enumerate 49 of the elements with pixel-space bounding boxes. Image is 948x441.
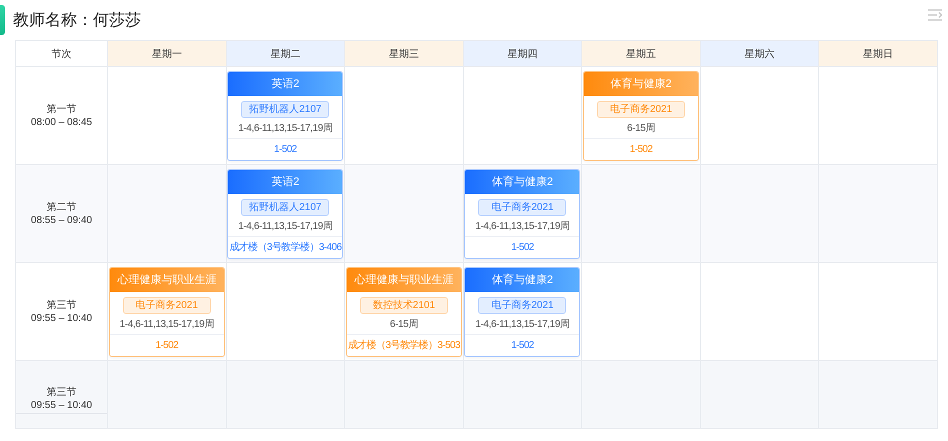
course-card[interactable]: 英语2 拓野机器人2107 1-4,6-11,13,15-17,19周 成才楼（3号教学楼）3-406 — [227, 168, 344, 258]
page-title: 教师名称：何莎莎 — [13, 10, 141, 30]
room-label: 1-502 — [228, 138, 342, 160]
room-label: 1-502 — [584, 138, 698, 160]
week-range: 6-15周 — [626, 122, 656, 134]
class-tag: 电子商务2021 — [478, 296, 566, 314]
accent-bar — [0, 5, 5, 35]
menu-icon[interactable] — [928, 9, 942, 21]
course-card[interactable]: 英语2 拓野机器人2107 1-4,6-11,13,15-17,19周 1-502 — [227, 70, 344, 160]
day-header: 星期六 — [700, 41, 820, 67]
day-header: 星期一 — [108, 41, 227, 67]
course-card[interactable]: 体育与健康2 电子商务2021 1-4,6-11,13,15-17,19周 1-502 — [464, 168, 580, 258]
period-label: 第三节 09:55 – 10:40 — [16, 386, 107, 414]
week-range: 1-4,6-11,13,15-17,19周 — [118, 318, 215, 330]
day-header: 星期五 — [582, 41, 701, 67]
day-header: 星期四 — [464, 41, 582, 67]
class-tag: 电子商务2021 — [122, 296, 211, 314]
class-tag: 电子商务2021 — [478, 198, 566, 216]
day-header: 星期三 — [345, 41, 464, 67]
week-range: 1-4,6-11,13,15-17,19周 — [237, 122, 334, 134]
week-range: 1-4,6-11,13,15-17,19周 — [474, 318, 571, 330]
week-range: 6-15周 — [388, 318, 419, 330]
class-tag: 拓野机器人2107 — [241, 100, 330, 118]
course-title: 体育与健康2 — [465, 268, 580, 292]
course-card[interactable]: 体育与健康2 电子商务2021 6-15周 1-502 — [583, 70, 700, 160]
class-tag: 数控技术2101 — [360, 296, 448, 314]
room-label: 成才楼（3号教学楼）3-406 — [228, 236, 342, 258]
period-label: 第三节 09:55 – 10:40 — [30, 298, 92, 324]
class-tag: 拓野机器人2107 — [241, 198, 330, 216]
class-tag: 电子商务2021 — [597, 100, 686, 118]
week-range: 1-4,6-11,13,15-17,19周 — [237, 220, 334, 232]
course-title: 英语2 — [228, 170, 342, 194]
course-title: 英语2 — [228, 72, 342, 96]
course-title: 体育与健康2 — [584, 72, 698, 96]
room-label: 1-502 — [465, 236, 580, 258]
room-label: 成才楼（3号教学楼）3-503 — [346, 334, 461, 356]
room-label: 1-502 — [110, 334, 224, 356]
course-title: 体育与健康2 — [465, 170, 580, 194]
course-card[interactable]: 心理健康与职业生涯 数控技术2101 6-15周 成才楼（3号教学楼）3-503 — [346, 266, 462, 356]
period-label: 第一节 08:00 – 08:45 — [30, 102, 92, 128]
course-card[interactable]: 心理健康与职业生涯 电子商务2021 1-4,6-11,13,15-17,19周 1-502 — [108, 266, 225, 356]
week-range: 1-4,6-11,13,15-17,19周 — [474, 220, 571, 232]
course-title: 心理健康与职业生涯 — [346, 268, 461, 292]
day-header: 星期二 — [226, 41, 346, 67]
room-label: 1-502 — [465, 334, 580, 356]
day-header: 星期日 — [819, 41, 938, 67]
course-card[interactable]: 体育与健康2 电子商务2021 1-4,6-11,13,15-17,19周 1-502 — [464, 266, 580, 356]
period-label: 第二节 08:55 – 09:40 — [30, 200, 92, 226]
course-title: 心理健康与职业生涯 — [110, 268, 224, 292]
